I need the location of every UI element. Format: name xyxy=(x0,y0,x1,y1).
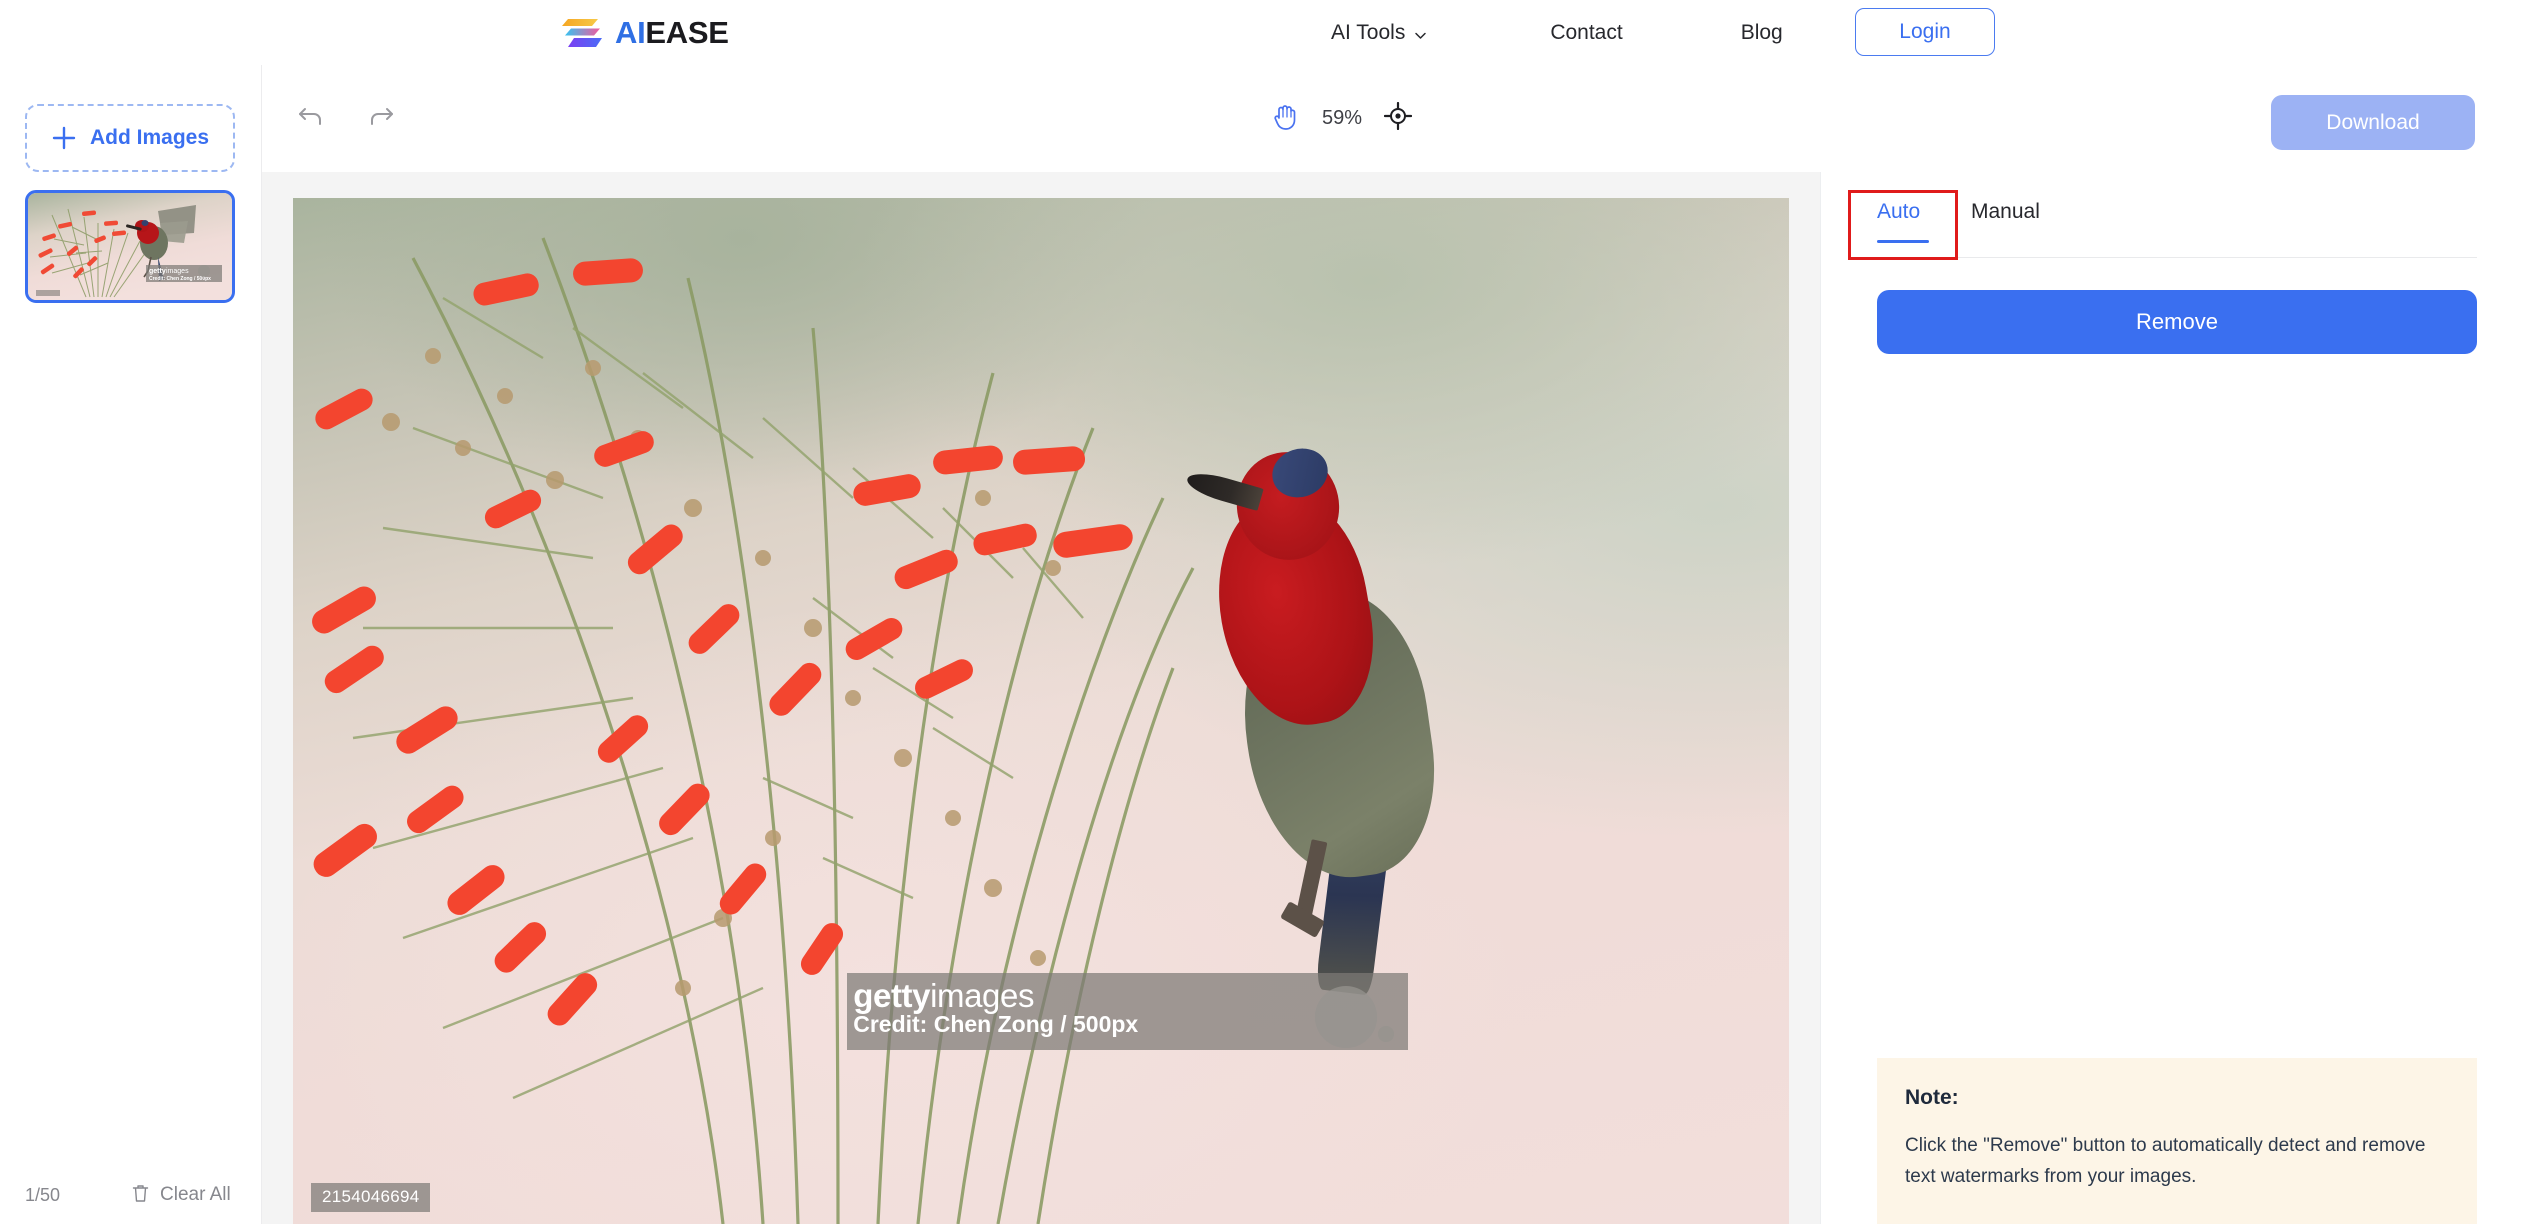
remove-button-label: Remove xyxy=(2136,309,2218,335)
undo-arrow-icon[interactable] xyxy=(296,101,326,136)
nav-item-blog-label: Blog xyxy=(1741,21,1783,45)
svg-text:Credit: Chen Zong / 500px: Credit: Chen Zong / 500px xyxy=(149,276,211,282)
aiease-logo-icon xyxy=(562,16,602,50)
tab-auto-label: Auto xyxy=(1877,200,1920,223)
clear-all-button[interactable]: Clear All xyxy=(131,1183,231,1208)
nav-item-contact[interactable]: Contact xyxy=(1550,21,1622,45)
nav-item-contact-label: Contact xyxy=(1550,21,1622,45)
zoom-controls: 59% xyxy=(1272,101,1412,136)
brand-wordmark: AIEASE xyxy=(615,17,729,48)
note-title: Note: xyxy=(1905,1086,2447,1110)
download-button-label: Download xyxy=(2326,111,2419,135)
image-thumbnail-1[interactable]: getty images Credit: Chen Zong / 500px xyxy=(25,190,235,303)
getty-bold-text: getty xyxy=(853,977,930,1014)
tab-manual[interactable]: Manual xyxy=(1971,200,2040,243)
plus-icon xyxy=(51,125,77,151)
login-button-label: Login xyxy=(1899,20,1950,44)
nav-item-ai-tools[interactable]: AI Tools xyxy=(1331,21,1427,45)
nav-item-blog[interactable]: Blog xyxy=(1741,21,1783,45)
brand-text-ai: AI xyxy=(615,15,645,50)
redo-arrow-icon[interactable] xyxy=(366,101,396,136)
image-id-watermark: 2154046694 xyxy=(311,1183,431,1212)
thumbnail-preview: getty images Credit: Chen Zong / 500px xyxy=(28,193,232,300)
right-tool-panel: Auto Manual Remove Note: Click the "Remo… xyxy=(1820,172,2531,1224)
watermark-blob-small xyxy=(1378,1026,1394,1042)
left-sidebar: Add Images xyxy=(0,65,262,1224)
image-canvas[interactable]: gettyimages Credit: Chen Zong / 500px 21… xyxy=(262,172,1820,1224)
hand-pan-icon[interactable] xyxy=(1272,101,1300,136)
crosshair-target-icon[interactable] xyxy=(1384,102,1412,135)
main-image[interactable]: gettyimages Credit: Chen Zong / 500px 21… xyxy=(293,198,1789,1224)
remove-button[interactable]: Remove xyxy=(1877,290,2477,354)
chevron-down-icon xyxy=(1414,24,1427,37)
zoom-level-label: 59% xyxy=(1322,107,1362,130)
nav-item-ai-tools-label: AI Tools xyxy=(1331,21,1405,45)
image-counter: 1/50 xyxy=(25,1185,60,1206)
bird-subject xyxy=(1176,331,1685,967)
app-root: AIEASE AI Tools Contact Blog Login xyxy=(0,0,2531,1224)
getty-light-text: images xyxy=(930,977,1034,1014)
top-navigation-bar: AIEASE AI Tools Contact Blog Login xyxy=(0,0,2531,65)
watermark-blob-large xyxy=(1315,986,1377,1048)
editor-toolbar: 59% Download xyxy=(262,65,2531,172)
note-box: Note: Click the "Remove" button to autom… xyxy=(1877,1058,2477,1224)
login-button[interactable]: Login xyxy=(1855,8,1995,56)
brand-text-ease: EASE xyxy=(645,15,728,50)
note-body: Click the "Remove" button to automatical… xyxy=(1905,1131,2447,1193)
tab-manual-label: Manual xyxy=(1971,200,2040,223)
mode-tabs: Auto Manual xyxy=(1877,200,2477,258)
download-button[interactable]: Download xyxy=(2271,95,2475,150)
svg-text:getty: getty xyxy=(149,268,166,275)
brand-logo[interactable]: AIEASE xyxy=(562,16,729,50)
nav-links: AI Tools Contact Blog xyxy=(1331,0,1783,65)
add-images-button[interactable]: Add Images xyxy=(25,104,235,172)
add-images-label: Add Images xyxy=(90,126,209,150)
watermark-credit-text: Credit: Chen Zong / 500px xyxy=(853,1011,1138,1038)
sidebar-footer: 1/50 Clear All xyxy=(0,1166,262,1224)
getty-wordmark: gettyimages xyxy=(853,977,1034,1015)
trash-icon xyxy=(131,1183,150,1208)
svg-text:images: images xyxy=(166,268,189,275)
tab-auto[interactable]: Auto xyxy=(1877,200,1929,243)
clear-all-label: Clear All xyxy=(160,1184,231,1206)
getty-watermark-overlay: gettyimages Credit: Chen Zong / 500px xyxy=(847,973,1408,1050)
